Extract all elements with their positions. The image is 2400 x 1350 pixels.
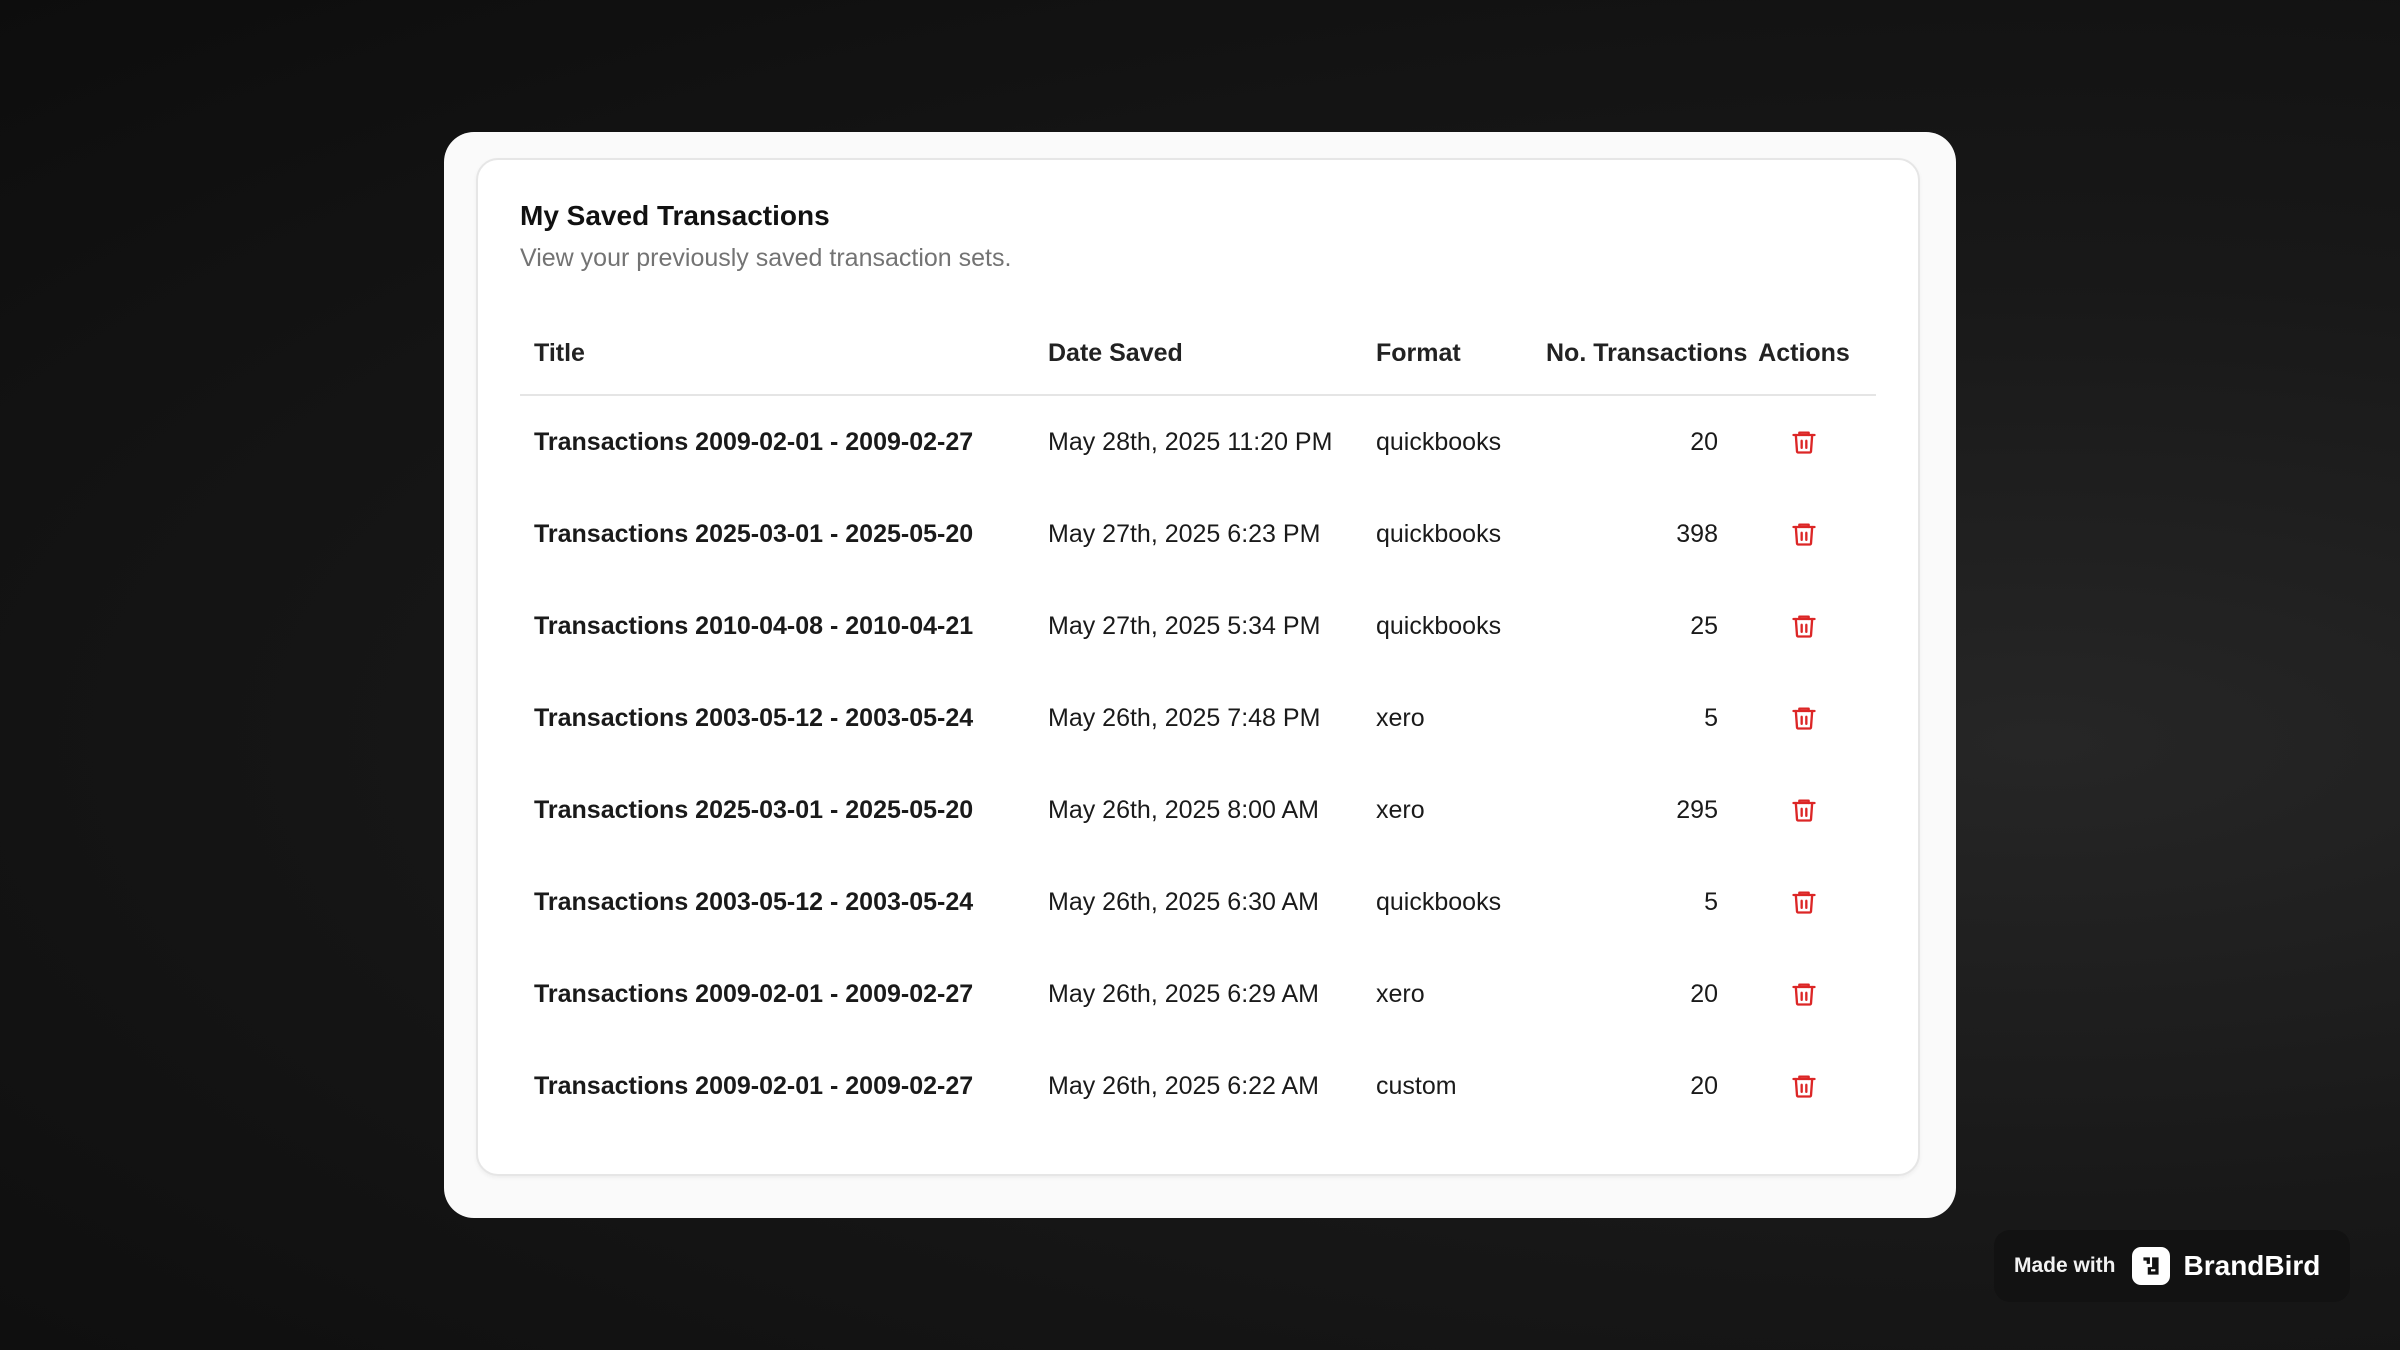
trash-icon xyxy=(1792,1075,1816,1098)
delete-button[interactable] xyxy=(1782,604,1826,648)
card-title: My Saved Transactions xyxy=(520,200,830,231)
row-title: Transactions 2009-02-01 - 2009-02-27 xyxy=(534,979,974,1008)
made-with-brandbird-badge[interactable]: Made with BrandBird xyxy=(1994,1230,2350,1302)
delete-button[interactable] xyxy=(1782,880,1826,924)
row-title: Transactions 2009-02-01 - 2009-02-27 xyxy=(534,427,974,456)
row-date-saved: May 26th, 2025 6:22 AM xyxy=(1048,1071,1320,1100)
row-format: quickbooks xyxy=(1376,611,1502,640)
table-row: Transactions 2003-05-12 - 2003-05-24 May… xyxy=(520,672,1876,764)
row-date-saved: May 26th, 2025 6:30 AM xyxy=(1048,887,1320,916)
row-transaction-count: 20 xyxy=(1690,979,1718,1008)
row-actions xyxy=(1732,1040,1876,1132)
table-row: Transactions 2009-02-01 - 2009-02-27 May… xyxy=(520,948,1876,1040)
table-row: Transactions 2003-05-12 - 2003-05-24 May… xyxy=(520,856,1876,948)
row-transaction-count: 20 xyxy=(1690,1071,1718,1100)
row-format: quickbooks xyxy=(1376,427,1502,456)
delete-button[interactable] xyxy=(1782,972,1826,1016)
column-header-actions: Actions xyxy=(1732,312,1876,396)
delete-button[interactable] xyxy=(1782,512,1826,556)
row-date-saved: May 26th, 2025 7:48 PM xyxy=(1048,703,1321,732)
row-title: Transactions 2025-03-01 - 2025-05-20 xyxy=(534,795,974,824)
row-actions xyxy=(1732,580,1876,672)
row-title: Transactions 2025-03-01 - 2025-05-20 xyxy=(534,519,974,548)
column-header-title: Title xyxy=(520,312,1034,396)
column-header-date-saved: Date Saved xyxy=(1034,312,1362,396)
table-row: Transactions 2025-03-01 - 2025-05-20 May… xyxy=(520,764,1876,856)
outer-frame: My Saved Transactions View your previous… xyxy=(444,132,1956,1218)
row-date-saved: May 27th, 2025 5:34 PM xyxy=(1048,611,1321,640)
row-format: xero xyxy=(1376,703,1425,732)
row-transaction-count: 20 xyxy=(1690,427,1718,456)
row-format: quickbooks xyxy=(1376,519,1502,548)
row-transaction-count: 398 xyxy=(1676,519,1718,548)
row-actions xyxy=(1732,764,1876,856)
row-title: Transactions 2010-04-08 - 2010-04-21 xyxy=(534,611,974,640)
row-date-saved: May 27th, 2025 6:23 PM xyxy=(1048,519,1321,548)
transactions-table: Title Date Saved Format No. Transactions… xyxy=(520,312,1876,1132)
delete-button[interactable] xyxy=(1782,788,1826,832)
row-date-saved: May 26th, 2025 6:29 AM xyxy=(1048,979,1320,1008)
table-row: Transactions 2010-04-08 - 2010-04-21 May… xyxy=(520,580,1876,672)
row-title: Transactions 2003-05-12 - 2003-05-24 xyxy=(534,703,974,732)
trash-icon xyxy=(1792,891,1816,914)
column-header-format: Format xyxy=(1362,312,1532,396)
row-title: Transactions 2003-05-12 - 2003-05-24 xyxy=(534,887,974,916)
card-subtitle: View your previously saved transaction s… xyxy=(520,244,1012,272)
row-transaction-count: 25 xyxy=(1690,611,1718,640)
trash-icon xyxy=(1792,523,1816,546)
trash-icon xyxy=(1792,799,1816,822)
made-with-label: Made with xyxy=(2014,1254,2116,1277)
trash-icon xyxy=(1792,615,1816,638)
row-actions xyxy=(1732,395,1876,488)
brand-name: BrandBird xyxy=(2183,1250,2321,1281)
saved-transactions-card: My Saved Transactions View your previous… xyxy=(476,158,1920,1176)
row-format: xero xyxy=(1376,795,1425,824)
trash-icon xyxy=(1792,431,1816,454)
row-transaction-count: 5 xyxy=(1704,887,1718,916)
trash-icon xyxy=(1792,707,1816,730)
brandbird-logo-icon xyxy=(2131,1247,2170,1285)
delete-button[interactable] xyxy=(1782,696,1826,740)
row-actions xyxy=(1732,672,1876,764)
delete-button[interactable] xyxy=(1782,420,1826,464)
trash-icon xyxy=(1792,983,1816,1006)
row-actions xyxy=(1732,948,1876,1040)
row-date-saved: May 28th, 2025 11:20 PM xyxy=(1048,427,1333,456)
table-header-row: Title Date Saved Format No. Transactions… xyxy=(520,312,1876,396)
row-title: Transactions 2009-02-01 - 2009-02-27 xyxy=(534,1071,974,1100)
row-format: quickbooks xyxy=(1376,887,1502,916)
row-actions xyxy=(1732,488,1876,580)
table-row: Transactions 2009-02-01 - 2009-02-27 May… xyxy=(520,1040,1876,1132)
table-row: Transactions 2009-02-01 - 2009-02-27 May… xyxy=(520,395,1876,488)
column-header-count: No. Transactions xyxy=(1532,312,1747,396)
table-row: Transactions 2025-03-01 - 2025-05-20 May… xyxy=(520,488,1876,580)
row-format: custom xyxy=(1376,1071,1457,1100)
row-actions xyxy=(1732,856,1876,948)
row-transaction-count: 295 xyxy=(1676,795,1718,824)
table-body: Transactions 2009-02-01 - 2009-02-27 May… xyxy=(520,395,1876,1132)
row-transaction-count: 5 xyxy=(1704,703,1718,732)
row-format: xero xyxy=(1376,979,1425,1008)
delete-button[interactable] xyxy=(1782,1064,1826,1108)
row-date-saved: May 26th, 2025 8:00 AM xyxy=(1048,795,1320,824)
